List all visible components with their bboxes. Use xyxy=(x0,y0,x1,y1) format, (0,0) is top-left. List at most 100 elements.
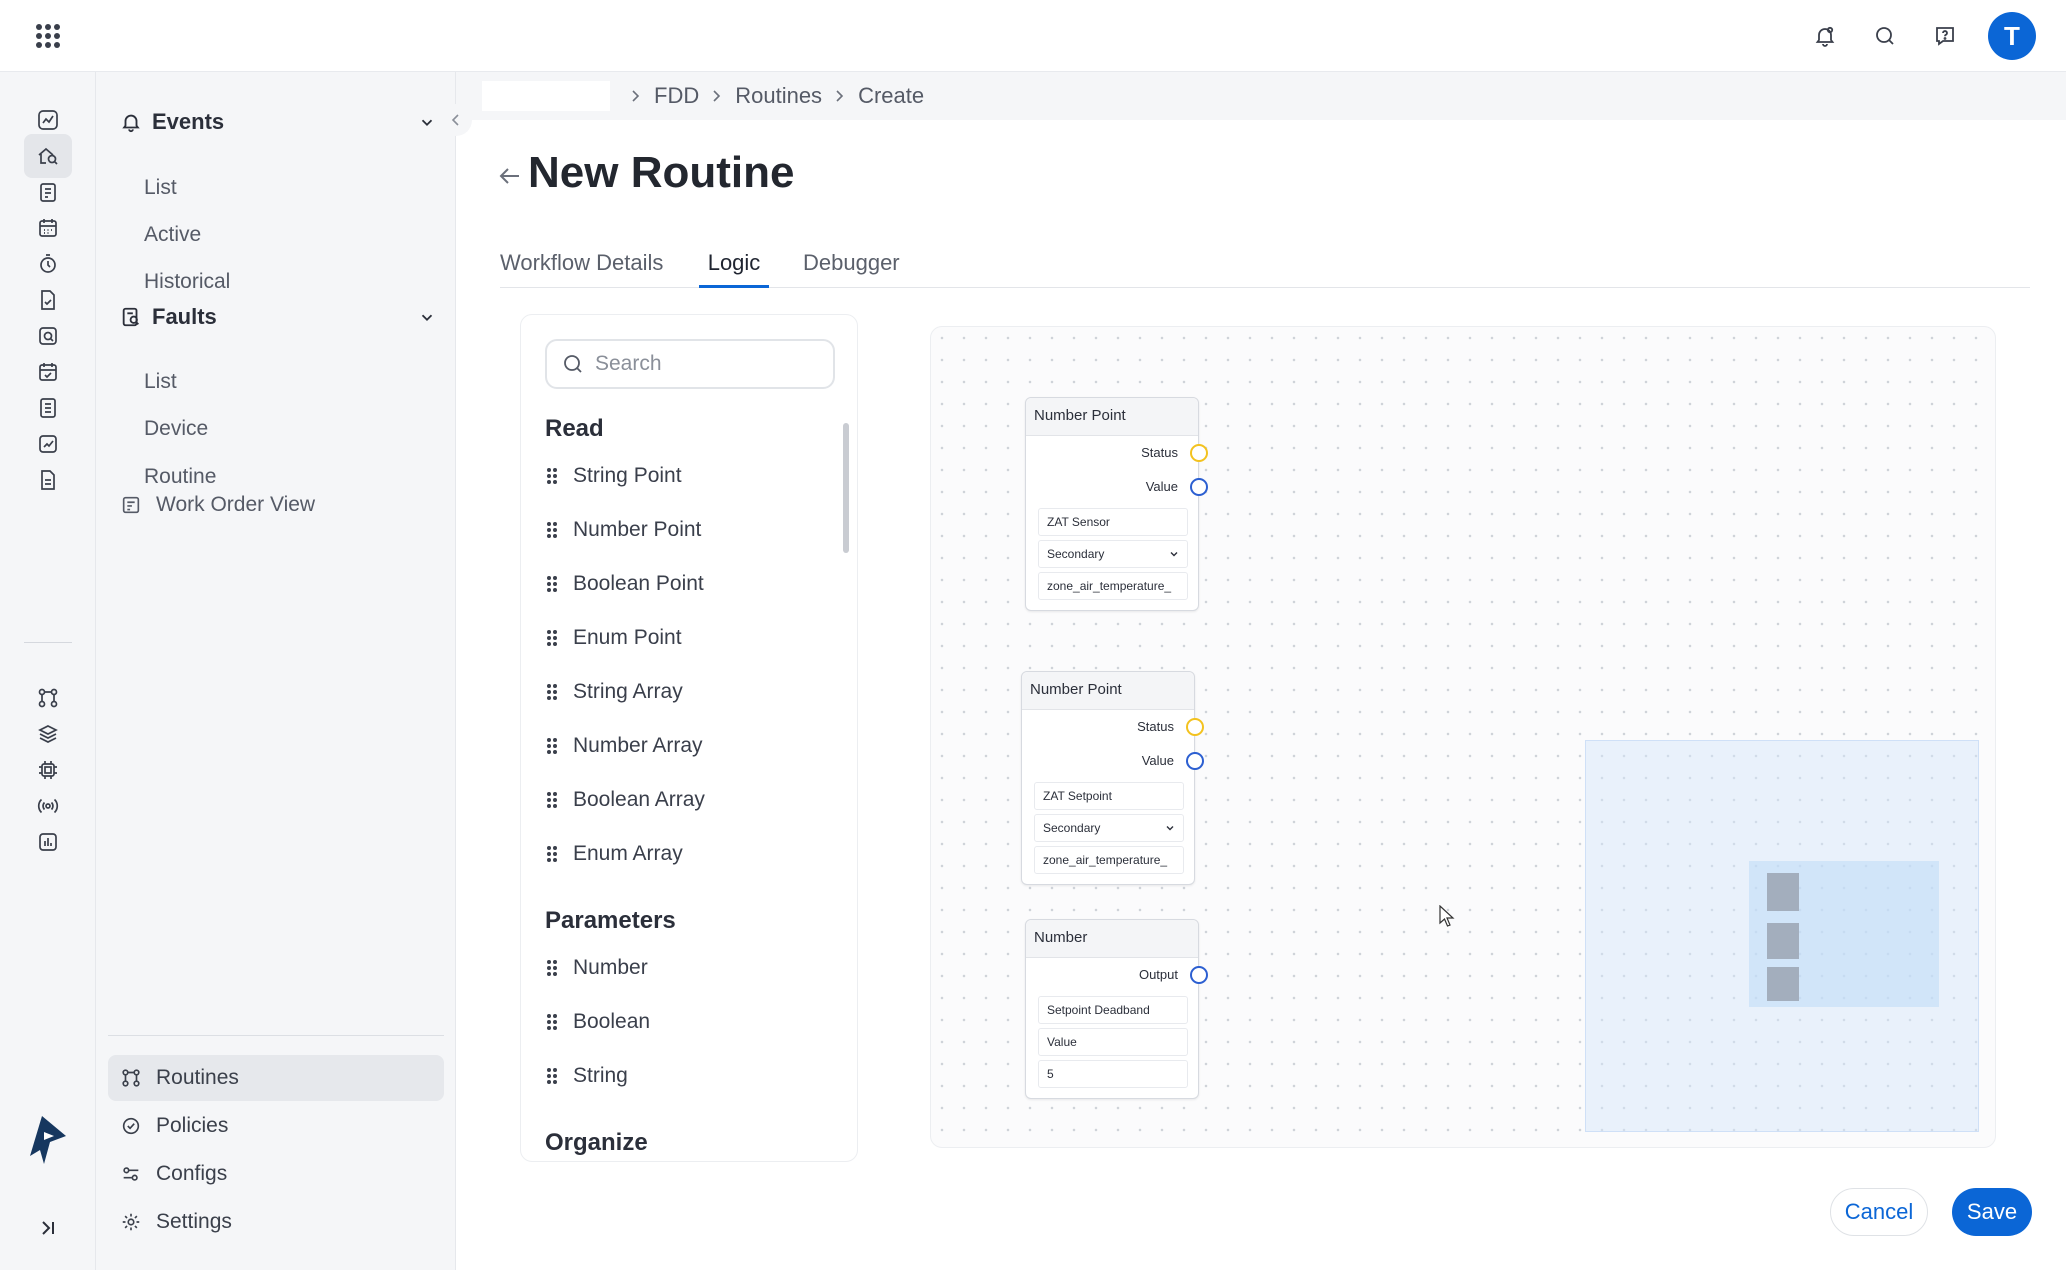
breadcrumb-routines[interactable]: Routines xyxy=(735,83,822,109)
node-name-field[interactable]: ZAT Setpoint xyxy=(1034,782,1184,810)
chevron-down-icon xyxy=(1170,552,1178,557)
node-title: Number Point xyxy=(1022,672,1194,710)
port-row-status: Status xyxy=(1022,710,1204,744)
drag-handle-icon xyxy=(547,684,557,700)
node-priority-select[interactable]: Secondary xyxy=(1038,540,1188,568)
page-title: New Routine xyxy=(528,148,795,197)
drag-handle-icon xyxy=(547,468,557,484)
palette-item-enum-array[interactable]: Enum Array xyxy=(545,837,683,871)
work-order-icon xyxy=(122,496,140,514)
section-read: Read xyxy=(545,415,604,442)
output-port[interactable] xyxy=(1190,966,1208,984)
palette-item-boolean[interactable]: Boolean xyxy=(545,1005,650,1039)
palette-item-string[interactable]: String xyxy=(545,1059,628,1093)
nav-group-events[interactable]: Events xyxy=(120,102,436,142)
nav-policies[interactable]: Policies xyxy=(108,1103,444,1149)
logic-canvas[interactable]: Number Point Status Value ZAT Sensor Sec… xyxy=(930,326,1996,1148)
policy-check-icon xyxy=(122,1117,140,1135)
palette-item-enum-point[interactable]: Enum Point xyxy=(545,621,682,655)
collapse-sidenav-icon[interactable] xyxy=(440,104,472,136)
search-icon xyxy=(564,355,582,373)
node-number-point-zat-sensor[interactable]: Number Point Status Value ZAT Sensor Sec… xyxy=(1025,397,1208,611)
drag-handle-icon xyxy=(547,738,557,754)
node-title: Number Point xyxy=(1026,398,1198,436)
nav-routines[interactable]: Routines xyxy=(108,1055,444,1101)
nav-settings[interactable]: Settings xyxy=(108,1199,444,1245)
node-point-field[interactable]: zone_air_temperature_ xyxy=(1034,846,1184,874)
palette-scrollbar[interactable] xyxy=(843,423,849,553)
drag-handle-icon xyxy=(547,1014,557,1030)
node-value-input[interactable]: 5 xyxy=(1038,1060,1188,1088)
chevron-down-icon[interactable] xyxy=(418,308,436,326)
status-port[interactable] xyxy=(1186,718,1204,736)
palette-item-number-array[interactable]: Number Array xyxy=(545,729,703,763)
bell-icon[interactable] xyxy=(1808,19,1842,53)
nav-faults-device[interactable]: Device xyxy=(144,413,208,445)
drag-handle-icon xyxy=(547,630,557,646)
search-icon[interactable] xyxy=(1868,19,1902,53)
search-input[interactable] xyxy=(595,352,815,376)
tab-logic[interactable]: Logic xyxy=(699,250,769,288)
nav-configs[interactable]: Configs xyxy=(108,1151,444,1197)
tab-workflow-details[interactable]: Workflow Details xyxy=(500,250,663,288)
node-point-field[interactable]: zone_air_temperature_ xyxy=(1038,572,1188,600)
document-icon[interactable] xyxy=(24,458,72,502)
nav-events-list[interactable]: List xyxy=(144,172,177,204)
cancel-button[interactable]: Cancel xyxy=(1830,1188,1928,1236)
breadcrumb: FDD Routines Create xyxy=(482,80,924,112)
drag-handle-icon xyxy=(547,792,557,808)
help-icon[interactable] xyxy=(1928,19,1962,53)
back-arrow-icon[interactable] xyxy=(494,160,526,192)
node-name-field[interactable]: ZAT Sensor xyxy=(1038,508,1188,536)
breadcrumb-create: Create xyxy=(858,83,925,108)
node-palette: Read String Point Number Point Boolean P… xyxy=(520,314,858,1162)
drag-handle-icon xyxy=(547,1068,557,1084)
nav-group-faults[interactable]: Faults xyxy=(120,297,436,337)
status-port[interactable] xyxy=(1190,444,1208,462)
minimap-node xyxy=(1767,967,1799,1001)
palette-item-boolean-point[interactable]: Boolean Point xyxy=(545,567,704,601)
section-organize: Organize xyxy=(545,1129,648,1156)
nav-events-historical[interactable]: Historical xyxy=(144,266,230,298)
palette-item-number[interactable]: Number xyxy=(545,951,648,985)
port-row-output: Output xyxy=(1026,958,1208,992)
save-button[interactable]: Save xyxy=(1952,1188,2032,1236)
value-port[interactable] xyxy=(1190,478,1208,496)
nav-faults-list[interactable]: List xyxy=(144,366,177,398)
minimap-node xyxy=(1767,873,1799,911)
expand-rail-icon[interactable] xyxy=(28,1208,68,1248)
minimap-node xyxy=(1767,923,1799,959)
user-avatar[interactable]: T xyxy=(1988,12,2036,60)
node-type-field[interactable]: Value xyxy=(1038,1028,1188,1056)
breadcrumb-home[interactable] xyxy=(482,81,610,111)
chevron-down-icon[interactable] xyxy=(418,113,436,131)
nav-work-order-view[interactable]: Work Order View xyxy=(120,485,315,525)
top-actions: T xyxy=(1808,12,2036,60)
node-priority-select[interactable]: Secondary xyxy=(1034,814,1184,842)
faults-icon xyxy=(122,307,139,327)
side-nav: Events List Active Historical Faults Lis… xyxy=(96,72,456,1270)
brand-logo xyxy=(22,1112,74,1168)
node-number-setpoint-deadband[interactable]: Number Output Setpoint Deadband Value 5 xyxy=(1025,919,1208,1099)
palette-item-number-point[interactable]: Number Point xyxy=(545,513,701,547)
palette-item-boolean-array[interactable]: Boolean Array xyxy=(545,783,705,817)
drag-handle-icon xyxy=(547,576,557,592)
bar-chart-icon[interactable] xyxy=(24,820,72,864)
chevron-right-icon xyxy=(711,89,723,103)
drag-handle-icon xyxy=(547,960,557,976)
mouse-cursor-icon xyxy=(1439,905,1455,927)
routines-icon xyxy=(122,1069,140,1087)
breadcrumb-fdd[interactable]: FDD xyxy=(654,83,699,109)
drag-handle-icon xyxy=(547,846,557,862)
rail-divider xyxy=(24,642,72,643)
nav-events-active[interactable]: Active xyxy=(144,219,201,251)
node-title: Number xyxy=(1026,920,1198,958)
palette-item-string-array[interactable]: String Array xyxy=(545,675,683,709)
palette-item-string-point[interactable]: String Point xyxy=(545,459,682,493)
apps-grid-icon[interactable] xyxy=(36,24,60,48)
node-name-field[interactable]: Setpoint Deadband xyxy=(1038,996,1188,1024)
tab-debugger[interactable]: Debugger xyxy=(803,250,900,288)
node-number-point-zat-setpoint[interactable]: Number Point Status Value ZAT Setpoint S… xyxy=(1021,671,1204,885)
port-row-status: Status xyxy=(1026,436,1208,470)
value-port[interactable] xyxy=(1186,752,1204,770)
